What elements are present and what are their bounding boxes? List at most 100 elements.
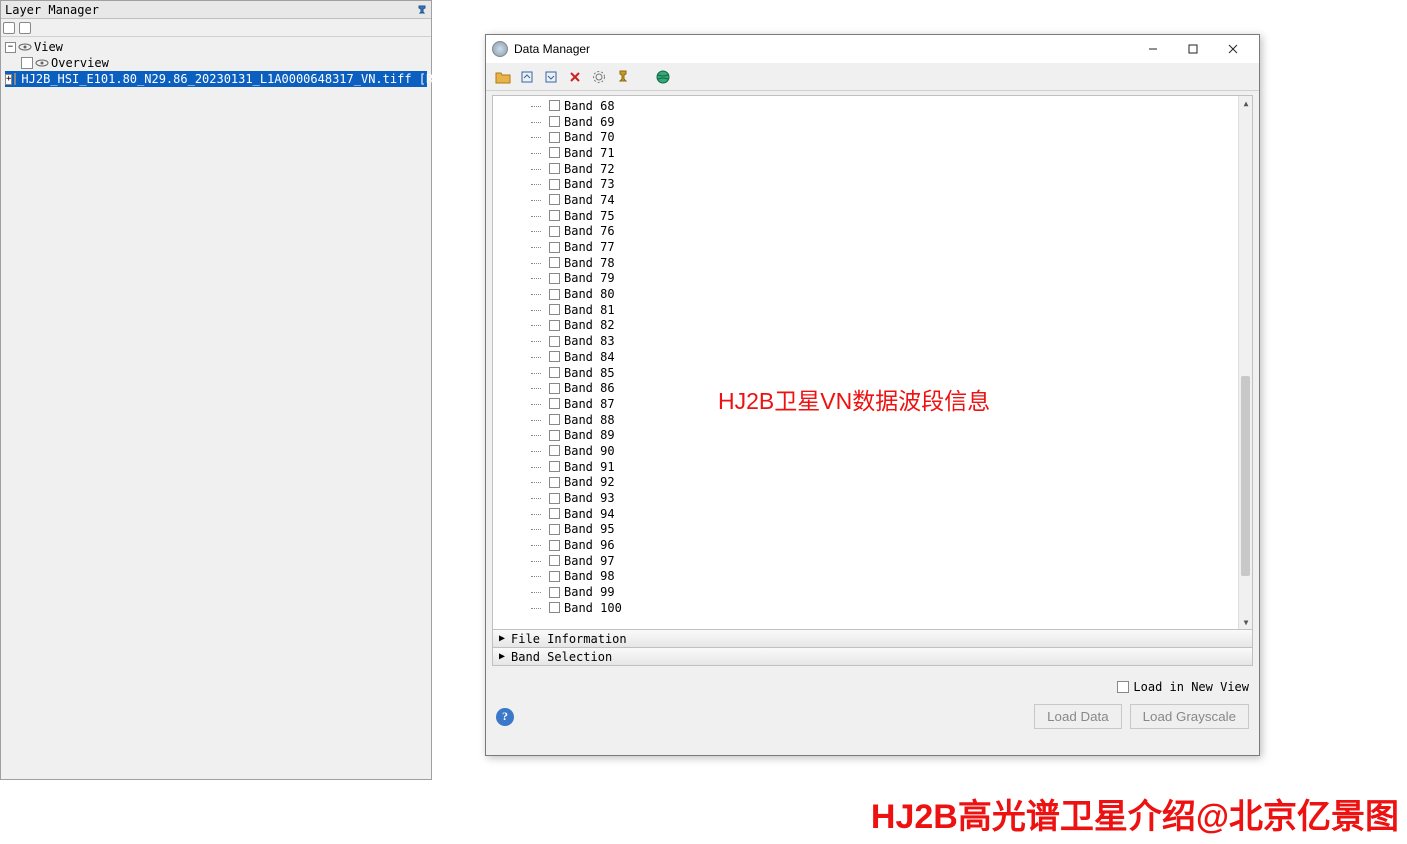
pin-icon[interactable] <box>614 68 632 86</box>
band-row[interactable]: Band 81 <box>493 302 1238 318</box>
scroll-thumb[interactable] <box>1241 376 1250 576</box>
band-checkbox[interactable] <box>549 540 560 551</box>
band-row[interactable]: Band 75 <box>493 208 1238 224</box>
band-label: Band 100 <box>564 601 622 615</box>
tree-connector-icon <box>531 257 547 269</box>
tree-row-file[interactable]: + HJ2B_HSI_E101.80_N29.86_20230131_L1A00… <box>5 71 427 87</box>
band-label: Band 86 <box>564 381 615 395</box>
band-row[interactable]: Band 72 <box>493 161 1238 177</box>
band-checkbox[interactable] <box>549 414 560 425</box>
tree-row-overview[interactable]: Overview <box>5 55 427 71</box>
band-checkbox[interactable] <box>549 289 560 300</box>
checkbox[interactable] <box>21 57 33 69</box>
band-checkbox[interactable] <box>549 555 560 566</box>
band-checkbox[interactable] <box>549 226 560 237</box>
band-checkbox[interactable] <box>549 571 560 582</box>
eye-icon[interactable] <box>18 42 32 52</box>
band-row[interactable]: Band 83 <box>493 333 1238 349</box>
band-row[interactable]: Band 84 <box>493 349 1238 365</box>
band-checkbox[interactable] <box>549 351 560 362</box>
delete-icon[interactable] <box>566 68 584 86</box>
band-row[interactable]: Band 79 <box>493 271 1238 287</box>
band-row[interactable]: Band 74 <box>493 192 1238 208</box>
band-checkbox[interactable] <box>549 100 560 111</box>
file-information-header[interactable]: ▶ File Information <box>492 630 1253 648</box>
band-checkbox[interactable] <box>549 367 560 378</box>
scroll-up-icon[interactable]: ▲ <box>1239 96 1253 110</box>
band-selection-header[interactable]: ▶ Band Selection <box>492 648 1253 666</box>
band-checkbox[interactable] <box>549 273 560 284</box>
band-row[interactable]: Band 77 <box>493 239 1238 255</box>
expander-icon[interactable]: − <box>5 42 16 53</box>
toolbar-button[interactable] <box>19 22 31 34</box>
band-checkbox[interactable] <box>549 587 560 598</box>
load-in-new-view-checkbox[interactable] <box>1117 681 1129 693</box>
close-button[interactable] <box>1213 37 1253 61</box>
band-row[interactable]: Band 89 <box>493 427 1238 443</box>
collapse-icon[interactable] <box>542 68 560 86</box>
band-checkbox[interactable] <box>549 398 560 409</box>
band-row[interactable]: Band 93 <box>493 490 1238 506</box>
load-data-button[interactable]: Load Data <box>1034 704 1122 729</box>
band-row[interactable]: Band 95 <box>493 522 1238 538</box>
band-tree[interactable]: Band 68Band 69Band 70Band 71Band 72Band … <box>493 96 1238 629</box>
pin-icon[interactable] <box>415 3 429 17</box>
load-grayscale-button[interactable]: Load Grayscale <box>1130 704 1249 729</box>
band-checkbox[interactable] <box>549 147 560 158</box>
band-checkbox[interactable] <box>549 242 560 253</box>
band-row[interactable]: Band 76 <box>493 224 1238 240</box>
band-checkbox[interactable] <box>549 132 560 143</box>
band-checkbox[interactable] <box>549 163 560 174</box>
band-checkbox[interactable] <box>549 179 560 190</box>
band-row[interactable]: Band 85 <box>493 365 1238 381</box>
band-checkbox[interactable] <box>549 210 560 221</box>
band-checkbox[interactable] <box>549 257 560 268</box>
expander-icon[interactable]: + <box>5 74 12 85</box>
band-row[interactable]: Band 97 <box>493 553 1238 569</box>
minimize-button[interactable] <box>1133 37 1173 61</box>
band-row[interactable]: Band 92 <box>493 475 1238 491</box>
band-row[interactable]: Band 99 <box>493 584 1238 600</box>
band-row[interactable]: Band 68 <box>493 98 1238 114</box>
tree-row-view[interactable]: − View <box>5 39 427 55</box>
toolbar-button[interactable] <box>3 22 15 34</box>
band-checkbox[interactable] <box>549 430 560 441</box>
band-checkbox[interactable] <box>549 383 560 394</box>
band-checkbox[interactable] <box>549 477 560 488</box>
checkbox[interactable] <box>14 73 16 85</box>
band-row[interactable]: Band 100 <box>493 600 1238 616</box>
expand-icon[interactable] <box>518 68 536 86</box>
band-checkbox[interactable] <box>549 304 560 315</box>
band-row[interactable]: Band 69 <box>493 114 1238 130</box>
band-checkbox[interactable] <box>549 508 560 519</box>
help-icon[interactable]: ? <box>496 708 514 726</box>
band-row[interactable]: Band 90 <box>493 443 1238 459</box>
band-row[interactable]: Band 82 <box>493 318 1238 334</box>
band-checkbox[interactable] <box>549 336 560 347</box>
band-checkbox[interactable] <box>549 320 560 331</box>
globe-icon[interactable] <box>654 68 672 86</box>
band-row[interactable]: Band 78 <box>493 255 1238 271</box>
scroll-down-icon[interactable]: ▼ <box>1239 615 1253 629</box>
band-checkbox[interactable] <box>549 524 560 535</box>
band-row[interactable]: Band 80 <box>493 286 1238 302</box>
band-checkbox[interactable] <box>549 445 560 456</box>
band-checkbox[interactable] <box>549 602 560 613</box>
band-row[interactable]: Band 73 <box>493 176 1238 192</box>
band-row[interactable]: Band 70 <box>493 129 1238 145</box>
band-row[interactable]: Band 96 <box>493 537 1238 553</box>
tree-connector-icon <box>531 476 547 488</box>
band-row[interactable]: Band 71 <box>493 145 1238 161</box>
gear-icon[interactable] <box>590 68 608 86</box>
band-checkbox[interactable] <box>549 461 560 472</box>
band-row[interactable]: Band 94 <box>493 506 1238 522</box>
scrollbar[interactable]: ▲ ▼ <box>1238 96 1252 629</box>
open-file-icon[interactable] <box>494 68 512 86</box>
data-manager-titlebar[interactable]: Data Manager <box>486 35 1259 63</box>
band-checkbox[interactable] <box>549 493 560 504</box>
band-checkbox[interactable] <box>549 116 560 127</box>
maximize-button[interactable] <box>1173 37 1213 61</box>
band-row[interactable]: Band 91 <box>493 459 1238 475</box>
band-checkbox[interactable] <box>549 194 560 205</box>
band-row[interactable]: Band 98 <box>493 569 1238 585</box>
